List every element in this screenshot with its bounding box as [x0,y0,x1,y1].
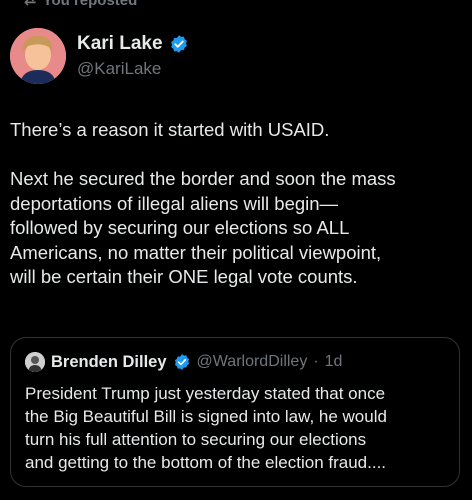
tweet-line: There’s a reason it started with USAID. [10,119,330,140]
quoted-handle[interactable]: @WarlordDilley [197,353,308,371]
author-handle[interactable]: @KariLake [77,59,161,79]
quoted-display-name[interactable]: Brenden Dilley [51,353,167,372]
tweet-text: There’s a reason it started with USAID. … [10,118,462,290]
avatar[interactable] [10,28,66,84]
tweet-line: will be certain their ONE legal vote cou… [10,266,358,287]
quoted-line: President Trump just yesterday stated th… [25,384,386,403]
quoted-separator: · [313,353,319,370]
tweet-line: Americans, no matter their political vie… [10,241,382,263]
quoted-timestamp[interactable]: 1d [325,353,343,371]
verified-badge-icon [170,35,187,53]
tweet-line-spacer [10,143,462,168]
quoted-line: the Big Beautiful Bill is signed into la… [25,407,387,426]
repost-label: You reposted [42,0,138,9]
quoted-avatar[interactable] [25,352,45,372]
author-display-name[interactable]: Kari Lake [77,33,163,55]
quoted-header: Brenden Dilley @WarlordDilley · 1d [25,352,342,372]
quoted-text: President Trump just yesterday stated th… [25,382,455,474]
quoted-line: and getting to the bottom of the electio… [25,453,387,472]
repost-icon: ⇄ [24,0,37,9]
quoted-tweet[interactable]: Brenden Dilley @WarlordDilley · 1d Preside… [10,337,460,487]
author-name-row: Kari Lake [77,33,189,55]
tweet-line: followed by securing our elections so AL… [10,217,350,238]
avatar-image [10,28,66,84]
quoted-line: turn his full attention to securing our … [25,430,367,449]
tweet-line: deportations of illegal aliens will begi… [10,192,339,214]
repost-indicator: ⇄ You reposted [24,0,137,9]
quoted-avatar-image [25,352,45,372]
quoted-verified-badge-icon [174,354,189,370]
tweet-line: Next he secured the border and soon the … [10,168,396,189]
